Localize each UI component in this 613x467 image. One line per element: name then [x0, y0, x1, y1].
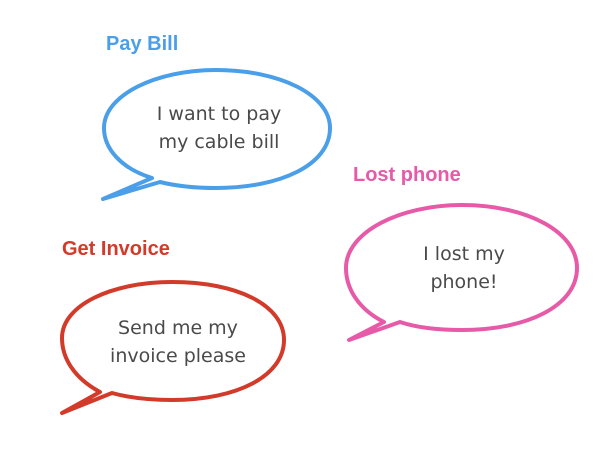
get-invoice-intent-label: Get Invoice: [62, 238, 170, 260]
pay-bill-utterance: I want to pay my cable bill: [126, 100, 312, 156]
get-invoice-utterance-line-1: Send me my: [118, 317, 238, 339]
get-invoice-utterance: Send me my invoice please: [78, 314, 278, 370]
pay-bill-utterance-line-2: my cable bill: [158, 131, 280, 153]
lost-phone-intent-label: Lost phone: [353, 164, 461, 186]
pay-bill-utterance-line-1: I want to pay: [156, 103, 282, 125]
pay-bill-intent-label: Pay Bill: [106, 33, 179, 55]
lost-phone-utterance: I lost my phone!: [364, 240, 564, 296]
speech-bubbles-canvas: [60, 68, 579, 415]
lost-phone-utterance-line-1: I lost my: [423, 243, 505, 265]
lost-phone-utterance-line-2: phone!: [430, 271, 498, 293]
get-invoice-utterance-line-2: invoice please: [110, 345, 246, 367]
